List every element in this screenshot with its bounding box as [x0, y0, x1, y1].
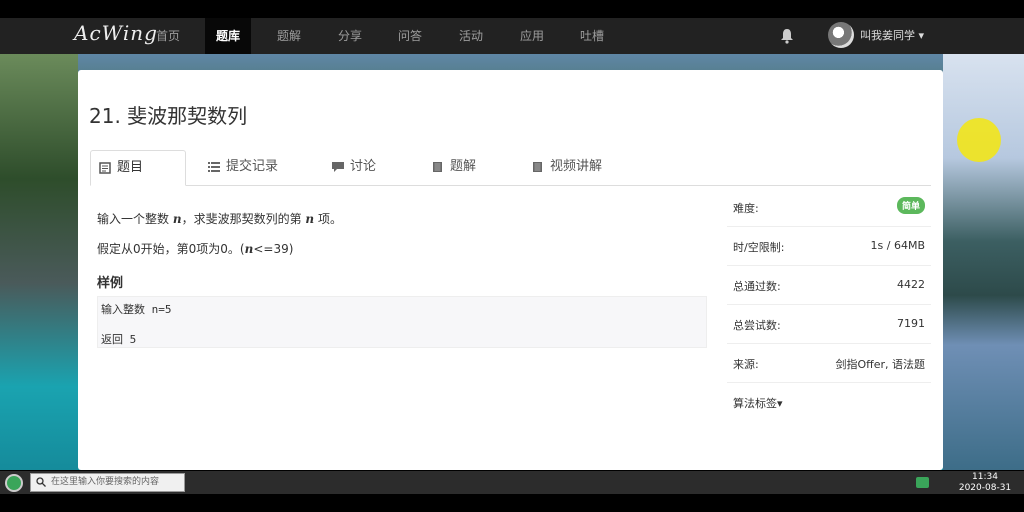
- navbar: AcWing 首页 题库 题解 分享 问答 活动 应用 吐槽 叫我姜同学 ▾: [0, 18, 1024, 54]
- attempts-label: 总尝试数:: [733, 319, 781, 332]
- bell-icon[interactable]: [780, 28, 794, 44]
- page-title: 21. 斐波那契数列: [89, 104, 248, 128]
- letterbox-bottom: [0, 494, 1024, 512]
- limit-label: 时/空限制:: [733, 241, 785, 254]
- passed-label: 总通过数:: [733, 280, 781, 293]
- nav-solutions[interactable]: 题解: [266, 18, 312, 54]
- taskbar-search-input[interactable]: 在这里输入你要搜索的内容: [30, 473, 185, 492]
- avatar[interactable]: [828, 22, 854, 48]
- nav-qa[interactable]: 问答: [387, 18, 433, 54]
- tags-row: 算法标签▾: [727, 383, 931, 422]
- tab-problem-label: 题目: [117, 160, 144, 175]
- tray-app-icon[interactable]: [916, 477, 929, 488]
- search-placeholder: 在这里输入你要搜索的内容: [51, 477, 160, 487]
- desc-text: 项。: [314, 212, 342, 226]
- problem-card: 21. 斐波那契数列 题目 提交记录 讨论 题解 视频讲解 输入一个整数 n，求…: [78, 70, 943, 470]
- passed-value: 4422: [897, 278, 925, 291]
- difficulty-badge: 简单: [896, 197, 925, 214]
- start-icon[interactable]: [5, 474, 23, 492]
- desc-text: ，求斐波那契数列的第: [181, 212, 306, 226]
- attempts-value: 7191: [897, 317, 925, 330]
- nav-share[interactable]: 分享: [327, 18, 373, 54]
- attempts-row: 总尝试数: 7191: [727, 305, 931, 344]
- sample-heading: 样例: [97, 276, 124, 291]
- source-label: 来源:: [733, 358, 759, 371]
- clock-date: 2020-08-31: [958, 483, 1012, 493]
- source-value[interactable]: 剑指Offer, 语法题: [835, 356, 925, 372]
- cursor-highlight: [957, 118, 1001, 162]
- limit-value: 1s / 64MB: [870, 239, 925, 252]
- desc-text: 输入一个整数: [97, 212, 173, 226]
- sample-input: 输入整数 n=5: [101, 303, 172, 316]
- assume-text: 假定从0开始，第0项为0。(: [97, 242, 245, 256]
- limit-row: 时/空限制: 1s / 64MB: [727, 227, 931, 266]
- tab-video-label: 视频讲解: [550, 159, 603, 174]
- math-var: n: [305, 212, 315, 226]
- tab-problem[interactable]: 题目: [90, 150, 186, 186]
- letterbox-top: [0, 0, 1024, 18]
- sample-code-block: 输入整数 n=5 返回 5: [97, 296, 707, 348]
- tab-discussion[interactable]: 讨论: [324, 150, 414, 186]
- nav-problems[interactable]: 题库: [205, 18, 251, 54]
- background-right: [943, 54, 1024, 470]
- clock-time: 11:34: [972, 472, 998, 482]
- search-icon: [36, 477, 46, 487]
- taskbar: 在这里输入你要搜索的内容 11:34 2020-08-31: [0, 471, 1024, 494]
- screen: AcWing 首页 题库 题解 分享 问答 活动 应用 吐槽 叫我姜同学 ▾ 2…: [0, 0, 1024, 512]
- nav-feedback[interactable]: 吐槽: [569, 18, 615, 54]
- tab-submissions-label: 提交记录: [226, 159, 279, 174]
- nav-apps[interactable]: 应用: [509, 18, 555, 54]
- problem-assumption: 假定从0开始，第0项为0。(n<=39): [97, 240, 293, 257]
- user-menu[interactable]: 叫我姜同学 ▾: [860, 18, 924, 54]
- difficulty-row: 难度: 简单: [727, 188, 931, 227]
- tab-solutions[interactable]: 题解: [424, 150, 514, 186]
- comment-icon: [332, 162, 344, 172]
- source-row: 来源: 剑指Offer, 语法题: [727, 344, 931, 383]
- tab-submissions[interactable]: 提交记录: [200, 150, 310, 186]
- math-var: n: [172, 212, 182, 226]
- book-icon: [533, 162, 542, 172]
- tags-dropdown[interactable]: 算法标签▾: [733, 395, 783, 411]
- nav-activity[interactable]: 活动: [448, 18, 494, 54]
- passed-row: 总通过数: 4422: [727, 266, 931, 305]
- nav-home[interactable]: 首页: [145, 18, 191, 54]
- difficulty-label: 难度:: [733, 202, 759, 215]
- tab-discussion-label: 讨论: [350, 159, 377, 174]
- assume-text: <=39): [253, 242, 294, 256]
- book-icon: [433, 162, 442, 172]
- document-icon: [99, 162, 111, 174]
- taskbar-clock[interactable]: 11:34 2020-08-31: [955, 471, 1015, 494]
- tab-video[interactable]: 视频讲解: [524, 150, 634, 186]
- background-left: [0, 54, 78, 470]
- problem-description: 输入一个整数 n，求斐波那契数列的第 n 项。: [97, 210, 342, 227]
- list-icon: [208, 162, 220, 172]
- sample-output: 返回 5: [101, 333, 137, 346]
- tab-solutions-label: 题解: [450, 159, 477, 174]
- problem-tabs: 题目 提交记录 讨论 题解 视频讲解: [90, 150, 931, 186]
- problem-info-panel: 难度: 简单 时/空限制: 1s / 64MB 总通过数: 4422 总尝试数:…: [727, 188, 931, 420]
